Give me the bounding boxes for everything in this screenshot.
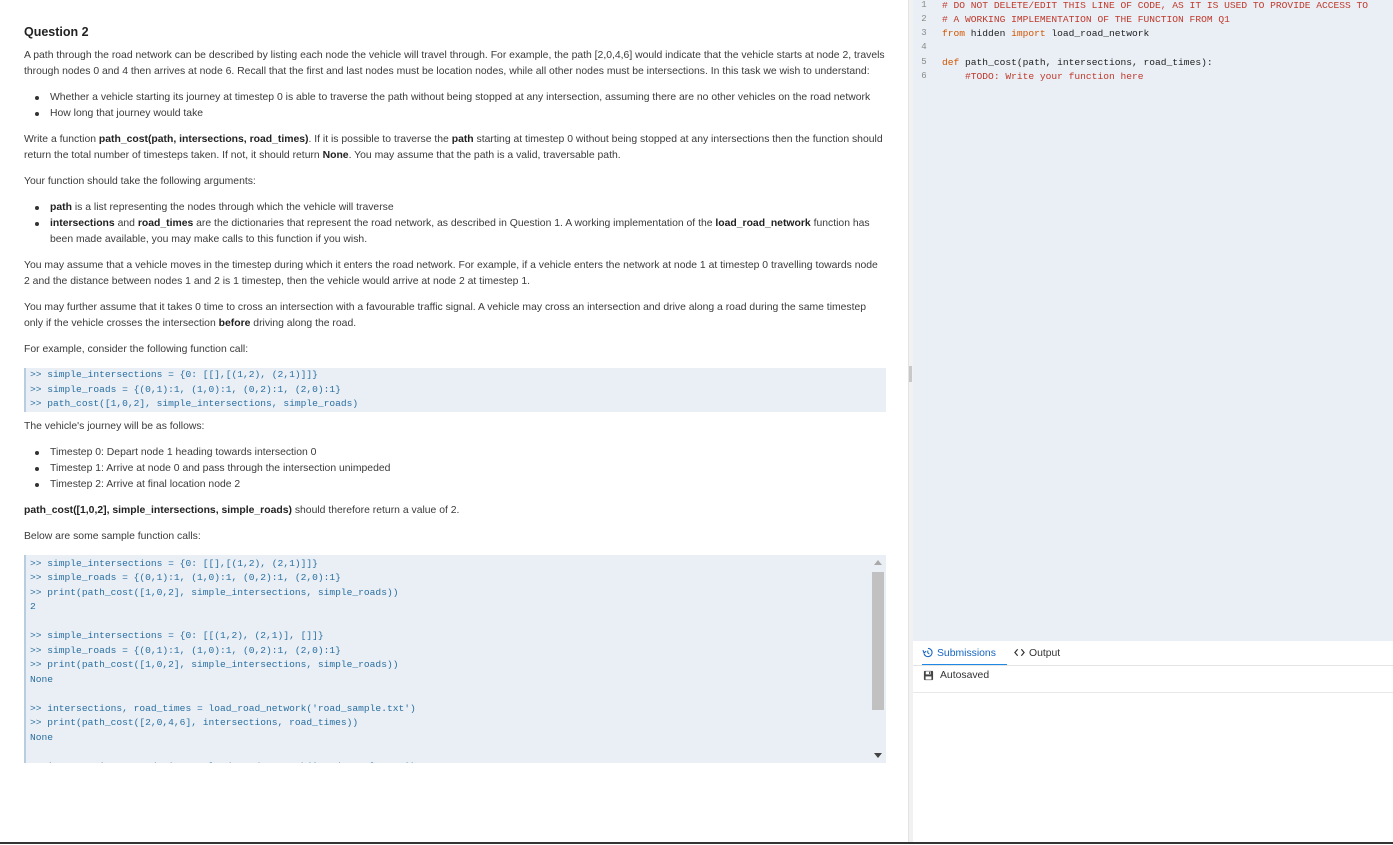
line-number: 6 <box>921 71 927 81</box>
samples-intro: Below are some sample function calls: <box>24 530 201 542</box>
tab-submissions[interactable]: Submissions <box>922 647 1007 666</box>
question-title: Question 2 <box>24 25 89 39</box>
autosave-status: Autosaved <box>923 670 989 681</box>
question-panel: Question 2 A path through the road netwo… <box>0 0 908 843</box>
example-code-block: >> simple_intersections = {0: [[],[(1,2)… <box>24 368 886 412</box>
list-item: Timestep 1: Arrive at node 0 and pass th… <box>35 461 886 477</box>
line-number: 5 <box>921 57 927 67</box>
line-number: 1 <box>921 0 927 10</box>
example-intro: For example, consider the following func… <box>24 344 249 355</box>
sample-code-block: >> simple_intersections = {0: [[],[(1,2)… <box>24 554 886 763</box>
code-line-5[interactable]: def path_cost(path, intersections, road_… <box>942 57 1213 68</box>
code-line-3[interactable]: from hidden import load_road_network <box>942 28 1149 39</box>
line-number: 3 <box>921 28 927 38</box>
divider-grip[interactable] <box>909 366 912 382</box>
history-icon <box>922 647 933 658</box>
result-paragraph: path_cost([1,0,2], simple_intersections,… <box>24 504 460 516</box>
list-item: intersections and road_times are the dic… <box>35 216 886 248</box>
code-line-1[interactable]: # DO NOT DELETE/EDIT THIS LINE OF CODE, … <box>942 0 1368 11</box>
list-item: How long that journey would take <box>35 106 886 122</box>
task-paragraph: Write a function path_cost(path, interse… <box>24 134 883 161</box>
tab-output[interactable]: Output <box>1014 647 1060 667</box>
list-item: Timestep 0: Depart node 1 heading toward… <box>35 445 886 461</box>
code-icon <box>1014 647 1025 658</box>
code-line-6[interactable]: #TODO: Write your function here <box>942 71 1144 82</box>
list-item: path is a list representing the nodes th… <box>35 200 886 216</box>
autosave-label: Autosaved <box>940 670 990 681</box>
tab-output-label: Output <box>1029 648 1061 659</box>
journey-list: Timestep 0: Depart node 1 heading toward… <box>24 445 886 493</box>
line-number: 4 <box>921 42 927 52</box>
code-editor[interactable]: 1 2 3 4 5 6 # DO NOT DELETE/EDIT THIS LI… <box>913 0 1393 641</box>
tab-submissions-label: Submissions <box>937 648 996 659</box>
list-item: Whether a vehicle starting its journey a… <box>35 90 886 106</box>
list-item: Timestep 2: Arrive at final location nod… <box>35 477 886 493</box>
scroll-up-arrow-icon[interactable] <box>874 559 882 565</box>
tabs-divider <box>913 665 1393 666</box>
assumption-paragraph-2: You may further assume that it takes 0 t… <box>24 302 867 329</box>
line-number: 2 <box>921 14 927 24</box>
results-panel: Submissions Output Autosaved <box>913 641 1393 843</box>
journey-intro: The vehicle's journey will be as follows… <box>24 420 205 432</box>
code-line-2[interactable]: # A WORKING IMPLEMENTATION OF THE FUNCTI… <box>942 14 1230 25</box>
assumption-paragraph-1: You may assume that a vehicle moves in t… <box>24 260 878 287</box>
window-bottom-border <box>0 842 1393 844</box>
intro-paragraph: A path through the road network can be d… <box>24 50 885 77</box>
scrollbar-thumb[interactable] <box>872 571 884 710</box>
sample-code-scrollbar[interactable] <box>870 554 886 763</box>
status-divider <box>913 692 1393 693</box>
sample-code-container[interactable]: >> simple_intersections = {0: [[],[(1,2)… <box>24 554 886 763</box>
scroll-down-arrow-icon[interactable] <box>874 752 882 758</box>
question-content: Question 2 A path through the road netwo… <box>24 24 886 763</box>
args-list: path is a list representing the nodes th… <box>24 200 886 248</box>
args-intro: Your function should take the following … <box>24 176 256 187</box>
save-icon <box>923 670 934 681</box>
goals-list: Whether a vehicle starting its journey a… <box>24 90 886 122</box>
